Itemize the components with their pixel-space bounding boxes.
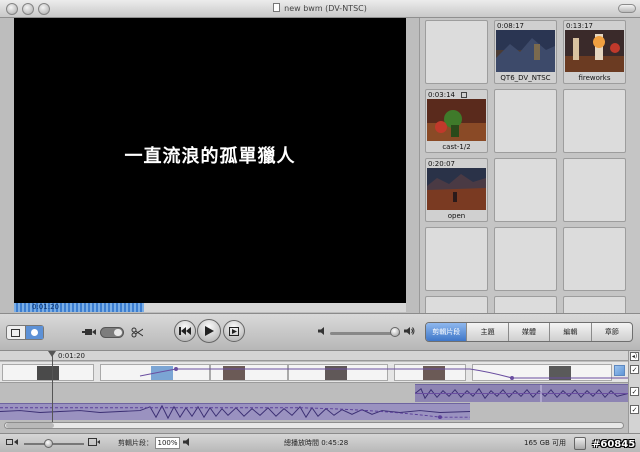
clip-slot[interactable] — [425, 227, 488, 291]
volume-slider-knob[interactable] — [390, 327, 400, 337]
clip-thumbnail — [565, 30, 624, 72]
audio-track-1[interactable] — [415, 384, 628, 402]
document-icon — [273, 3, 281, 12]
playhead-time: 0:01:20 — [58, 352, 85, 360]
edit-mode-icon[interactable] — [24, 326, 43, 339]
badge-label: #60845 — [592, 439, 636, 450]
clip-slot[interactable] — [494, 158, 557, 222]
tab-clips[interactable]: 剪輯片段 — [426, 323, 467, 341]
clip-cast[interactable]: 0:03:14 cast-1/2 — [425, 89, 488, 153]
clip-duration: 0:13:17 — [566, 22, 593, 30]
clip-slot[interactable] — [563, 296, 626, 313]
timeline-scrollbar[interactable] — [4, 422, 624, 429]
lock-icon — [461, 92, 467, 98]
speaker-icon[interactable] — [183, 438, 192, 448]
tab-media[interactable]: 媒體 — [507, 323, 549, 341]
audio-track-2[interactable] — [0, 403, 470, 420]
trash-icon[interactable] — [574, 437, 586, 450]
controls-bar: 剪輯片段 主題 媒體 編輯 章節 — [0, 313, 640, 351]
clip-qt6[interactable]: 0:08:17 QT6_DV_NTSC — [494, 20, 557, 84]
clip-duration-row: 0:03:14 — [428, 91, 467, 99]
window-title: new bwm (DV-NTSC) — [0, 3, 640, 13]
scrubber-time: 0:01:20 — [32, 303, 59, 311]
timeline-ruler[interactable]: 0:01:20 — [0, 351, 628, 361]
clip-slot[interactable] — [494, 89, 557, 153]
scrubber-bar[interactable]: 0:01:20 — [14, 303, 406, 312]
toolbar-toggle-button[interactable] — [618, 4, 636, 13]
clip-thumbnail — [496, 30, 555, 72]
audio-track-1-checkbox[interactable]: ✓ — [630, 387, 639, 396]
volume-high-icon — [404, 327, 415, 338]
tab-editing[interactable]: 編輯 — [549, 323, 590, 341]
total-duration: 總播放時間 0:45:28 — [284, 439, 349, 447]
clip-slot[interactable] — [494, 296, 557, 313]
clip-thumbnail — [427, 168, 486, 210]
free-space: 165 GB 可用 — [524, 439, 567, 447]
rewind-button[interactable] — [174, 320, 196, 342]
fullscreen-play-button[interactable] — [223, 320, 245, 342]
clips-pane: 0:08:17 QT6_DV_NTSC 0:13:17 fireworks 0:… — [419, 18, 640, 313]
play-button[interactable] — [197, 319, 221, 343]
fullscreen-play-icon — [229, 326, 239, 336]
timeline-zoom-knob[interactable] — [44, 439, 53, 448]
timeline: 0:01:20 ◂) ✓ ✓ ✓ — [0, 351, 640, 433]
viewer-area: 一直流浪的孤單獵人 0:01:20 — [0, 18, 420, 321]
volume-icon[interactable]: ◂) — [630, 352, 639, 361]
clip-slot[interactable] — [425, 296, 488, 313]
video-volume-curve — [139, 367, 628, 380]
audio-waveform — [0, 404, 470, 420]
audio-track-2-checkbox[interactable]: ✓ — [630, 405, 639, 414]
clip-open[interactable]: 0:20:07 open — [425, 158, 488, 222]
timeline-zoom-track[interactable] — [24, 443, 84, 445]
clip-thumbnail — [427, 99, 486, 141]
clip-name: fireworks — [578, 74, 611, 82]
clip-name: QT6_DV_NTSC — [500, 74, 551, 82]
scissors-icon[interactable] — [131, 327, 144, 341]
audio-waveform — [415, 385, 628, 402]
clip-name: open — [447, 212, 466, 220]
clip-volume-field[interactable]: 100% — [155, 437, 180, 449]
timeline-playhead[interactable] — [48, 351, 56, 357]
clip-duration: 0:20:07 — [428, 160, 455, 168]
camera-icon[interactable] — [82, 327, 96, 340]
volume-low-icon — [318, 327, 327, 338]
play-icon — [204, 326, 214, 336]
status-bar: 剪輯片段： 100% 總播放時間 0:45:28 165 GB 可用 #6084… — [0, 433, 640, 452]
camera-edit-toggle[interactable] — [100, 327, 124, 338]
clip-slot[interactable] — [563, 89, 626, 153]
clip-slot[interactable] — [494, 227, 557, 291]
clip-volume-label: 剪輯片段： — [118, 439, 153, 447]
clip-slot[interactable] — [563, 158, 626, 222]
tab-chapters[interactable]: 章節 — [590, 323, 632, 341]
title-bar: new bwm (DV-NTSC) — [0, 0, 640, 18]
clip-slot[interactable] — [425, 20, 488, 84]
tab-themes[interactable]: 主題 — [466, 323, 507, 341]
clip-slot[interactable] — [563, 227, 626, 291]
video-subtitle: 一直流浪的孤單獵人 — [124, 146, 296, 167]
zoom-in-icon[interactable] — [88, 438, 100, 448]
window-title-text: new bwm (DV-NTSC) — [284, 4, 367, 13]
timeline-playhead-line[interactable] — [52, 351, 53, 427]
pane-tab-bar: 剪輯片段 主題 媒體 編輯 章節 — [425, 322, 633, 342]
view-mode-switch[interactable] — [6, 325, 44, 340]
clip-name: cast-1/2 — [442, 143, 471, 151]
video-viewer[interactable]: 一直流浪的孤單獵人 — [14, 18, 406, 304]
video-track-checkbox[interactable]: ✓ — [630, 365, 639, 374]
rewind-icon — [179, 327, 191, 335]
clip-duration: 0:08:17 — [497, 22, 524, 30]
video-track[interactable] — [0, 362, 628, 383]
clip-duration: 0:03:14 — [428, 91, 455, 99]
track-controls: ◂) ✓ ✓ ✓ — [628, 351, 640, 433]
camera-mode-icon[interactable] — [7, 326, 25, 339]
zoom-out-icon[interactable] — [6, 438, 18, 448]
clip-fireworks[interactable]: 0:13:17 fireworks — [563, 20, 626, 84]
timeline-scrollbar-thumb[interactable] — [6, 423, 54, 428]
